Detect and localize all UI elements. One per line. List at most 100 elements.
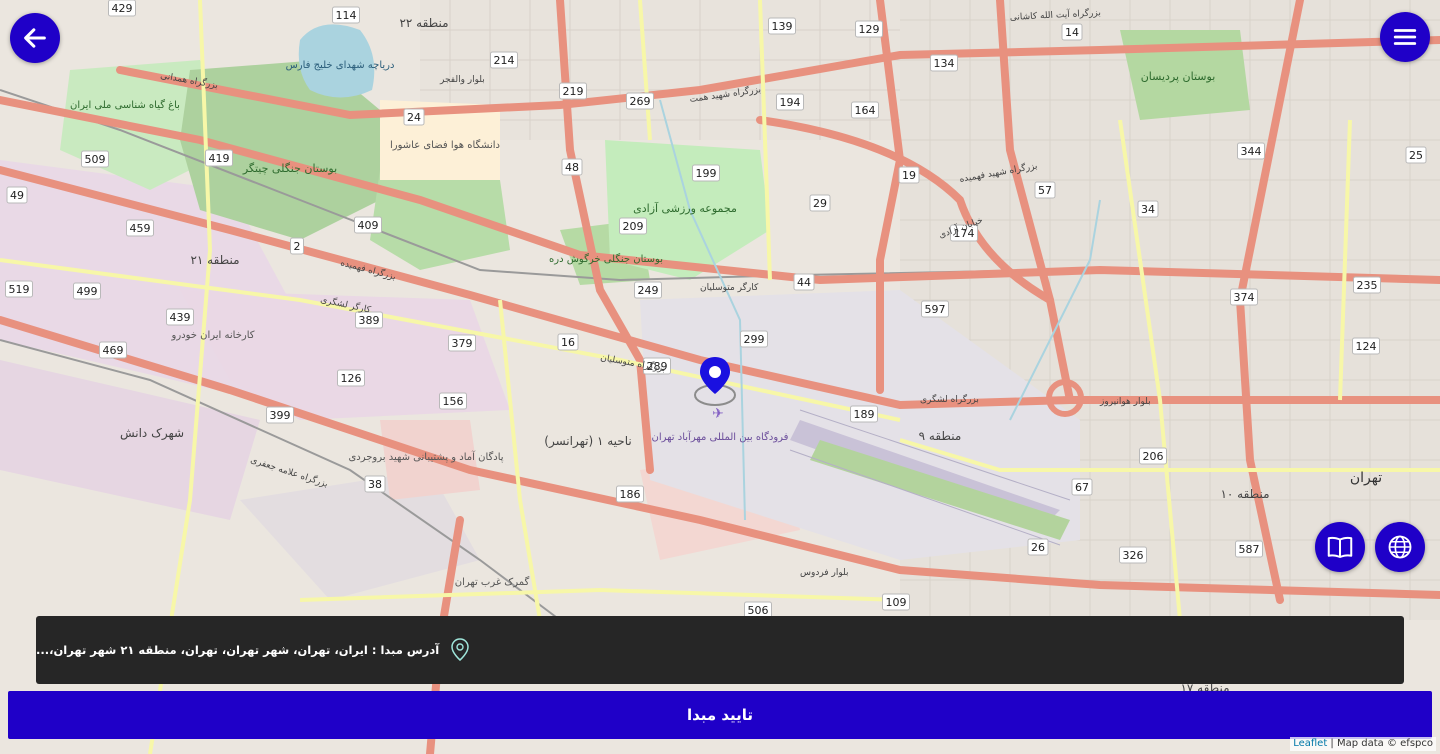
road-number-shield: 499 — [73, 282, 101, 300]
road-number: 509 — [85, 153, 106, 166]
road-number: 374 — [1234, 291, 1255, 304]
road-number: 326 — [1123, 549, 1144, 562]
road-number-shield: 206 — [1139, 447, 1167, 465]
globe-icon — [1386, 533, 1414, 561]
road-number-shield: 214 — [490, 51, 518, 69]
road-number: 249 — [638, 284, 659, 297]
road-number: 24 — [407, 111, 421, 124]
road-number-shield: 409 — [354, 216, 382, 234]
road-number: 469 — [103, 344, 124, 357]
road-number-shield: 38 — [364, 475, 386, 493]
road-number: 38 — [368, 478, 382, 491]
road-number: 459 — [130, 222, 151, 235]
road-number: 26 — [1031, 541, 1045, 554]
road-number-shield: 219 — [559, 82, 587, 100]
road-number: 67 — [1075, 481, 1089, 494]
road-number-shield: 14 — [1061, 23, 1083, 41]
road-number-shield: 2 — [290, 237, 304, 255]
road-number: 126 — [341, 372, 362, 385]
road-number: 499 — [77, 285, 98, 298]
road-number-shield: 114 — [332, 6, 360, 24]
road-number-shield: 29 — [809, 194, 831, 212]
language-button[interactable] — [1375, 522, 1425, 572]
district-label: تهران — [1350, 470, 1382, 486]
road-number: 109 — [886, 596, 907, 609]
road-number: 597 — [925, 303, 946, 316]
road-number-shield: 379 — [448, 334, 476, 352]
road-number: 399 — [270, 409, 291, 422]
origin-address-bar: آدرس مبدا : ایران، تهران، شهر تهران، تهر… — [36, 616, 1404, 684]
road-number: 235 — [1357, 279, 1378, 292]
road-number: 164 — [855, 104, 876, 117]
road-number-shield: 459 — [126, 219, 154, 237]
street-label: بزرگراه لشگری — [920, 393, 979, 405]
road-number: 439 — [170, 311, 191, 324]
road-number: 156 — [443, 395, 464, 408]
place-label: مجموعه ورزشی آزادی — [633, 201, 737, 215]
road-number: 129 — [859, 23, 880, 36]
street-label: بلوار فردوس — [800, 568, 848, 578]
district-label: ناحیه ۱ (تهرانسر) — [544, 434, 631, 449]
road-number: 587 — [1239, 543, 1260, 556]
road-number: 49 — [10, 189, 24, 202]
road-number-shield: 49 — [6, 186, 28, 204]
leaflet-link[interactable]: Leaflet — [1293, 738, 1327, 749]
road-number-shield: 34 — [1137, 200, 1159, 218]
place-label: کارخانه ایران خودرو — [170, 330, 254, 341]
road-number-shield: 134 — [930, 54, 958, 72]
road-number: 519 — [9, 283, 30, 296]
confirm-origin-button[interactable]: تایید مبدا — [8, 691, 1432, 739]
road-number: 114 — [336, 9, 357, 22]
road-number-shield: 374 — [1230, 288, 1258, 306]
road-number-shield: 509 — [81, 150, 109, 168]
road-number-shield: 124 — [1352, 337, 1380, 355]
road-number-shield: 16 — [557, 333, 579, 351]
road-number-shield: 249 — [634, 281, 662, 299]
road-number: 48 — [565, 161, 579, 174]
road-number-shield: 139 — [768, 17, 796, 35]
district-label: شهرک دانش — [120, 426, 184, 441]
road-number: 199 — [696, 167, 717, 180]
place-label: فرودگاه بین المللی مهرآباد تهران — [652, 430, 789, 443]
road-number: 34 — [1141, 203, 1155, 216]
road-number: 44 — [797, 276, 811, 289]
road-number-shield: 519 — [5, 280, 33, 298]
street-label: بلوار هوانیروز — [1099, 397, 1151, 407]
arrow-left-icon — [21, 24, 49, 52]
road-number: 186 — [620, 488, 641, 501]
place-label: گمرک غرب تهران — [455, 576, 530, 588]
road-number-shield: 44 — [793, 273, 815, 291]
road-number-shield: 194 — [776, 93, 804, 111]
back-button[interactable] — [10, 13, 60, 63]
road-number-shield: 164 — [851, 101, 879, 119]
road-number-shield: 19 — [898, 166, 920, 184]
place-label: باغ گیاه شناسی ملی ایران — [70, 99, 180, 111]
district-label: منطقه ۹ — [919, 429, 962, 443]
road-number: 214 — [494, 54, 515, 67]
road-number-shield: 269 — [626, 92, 654, 110]
road-number-shield: 156 — [439, 392, 467, 410]
road-number-shield: 67 — [1071, 478, 1093, 496]
district-label: منطقه ۱۰ — [1220, 487, 1269, 501]
road-number: 419 — [209, 152, 230, 165]
road-number-shield: 48 — [561, 158, 583, 176]
place-label: دانشگاه هوا فضای عاشورا — [390, 139, 500, 151]
map-pin-icon — [449, 637, 471, 663]
road-number-shield: 209 — [619, 217, 647, 235]
place-label: بوستان پردیسان — [1141, 70, 1216, 83]
road-number-shield: 186 — [616, 485, 644, 503]
place-label: پادگان آماد و پشتیبانی شهید بروجردی — [348, 450, 503, 463]
road-number: 124 — [1356, 340, 1377, 353]
road-number: 219 — [563, 85, 584, 98]
road-number-shield: 57 — [1034, 181, 1056, 199]
menu-button[interactable] — [1380, 12, 1430, 62]
road-number-shield: 129 — [855, 20, 883, 38]
road-number-shield: 344 — [1237, 142, 1265, 160]
road-number-shield: 24 — [403, 108, 425, 126]
road-number-shield: 299 — [740, 330, 768, 348]
road-number: 389 — [359, 314, 380, 327]
road-number-shield: 597 — [921, 300, 949, 318]
guide-button[interactable] — [1315, 522, 1365, 572]
address-value: ایران، تهران، شهر تهران، تهران، منطقه ۲۱… — [36, 643, 368, 657]
attribution-text: | Map data © efspco — [1327, 738, 1433, 749]
